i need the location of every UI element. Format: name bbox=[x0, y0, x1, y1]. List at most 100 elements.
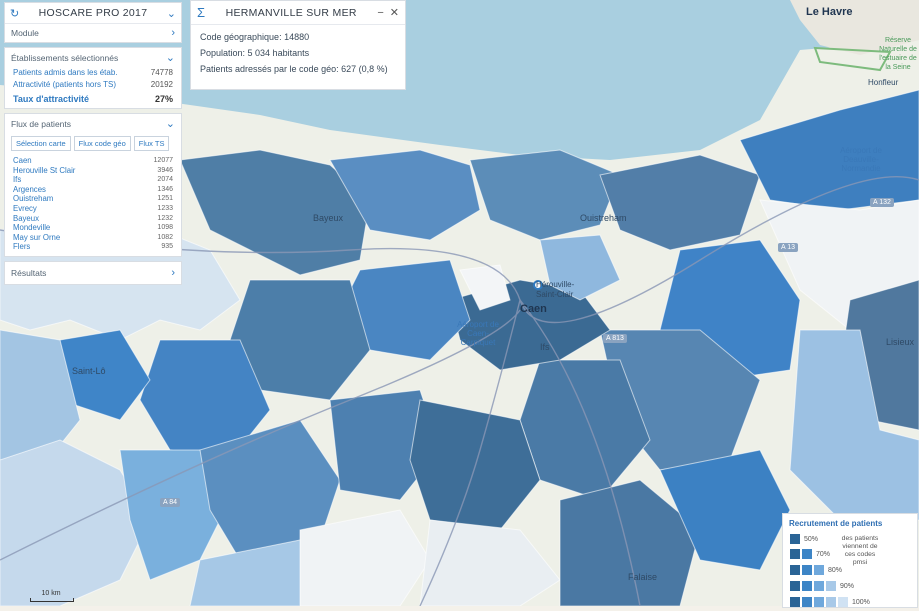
legend-pct: 70% bbox=[816, 550, 831, 558]
legend-swatch bbox=[802, 549, 812, 559]
etablissements-card: Établissements sélectionnés ⌄ Patients a… bbox=[4, 47, 182, 109]
taux-value: 27% bbox=[154, 94, 173, 104]
flux-list: Caen 12077 Herouville St Clair 3946 Ifs 207… bbox=[5, 154, 181, 256]
flux-card: Flux de patients ⌄ Sélection carte Flux … bbox=[4, 113, 182, 257]
chevron-down-icon[interactable]: ⌄ bbox=[166, 51, 175, 64]
flux-name: Caen bbox=[13, 156, 32, 165]
legend-pct: 90% bbox=[840, 582, 855, 590]
flux-value: 1346 bbox=[157, 185, 173, 193]
legend-description: des patients viennent de ces codes pmsi bbox=[841, 535, 879, 566]
flux-value: 2074 bbox=[157, 176, 173, 184]
flux-name: Mondeville bbox=[13, 223, 51, 233]
legend-row-80: 80% bbox=[790, 565, 842, 575]
flux-name: Flers bbox=[13, 242, 31, 252]
resultats-label: Résultats bbox=[11, 267, 47, 278]
legend-swatch bbox=[814, 581, 824, 591]
refresh-icon[interactable]: ↻ bbox=[10, 7, 19, 20]
flux-name: Herouville St Clair bbox=[13, 165, 76, 175]
map-label-herouville: Hérouville-Saint-Clair bbox=[536, 280, 575, 299]
legend-swatch bbox=[790, 581, 800, 591]
resultats-card: Résultats › bbox=[4, 260, 182, 285]
minimize-icon[interactable]: − bbox=[377, 7, 383, 19]
legend-pct: 80% bbox=[828, 566, 843, 574]
list-item[interactable]: Flers 935 bbox=[13, 242, 173, 252]
map-label-reserve: Réserve Naturelle de l'estuaire de la Se… bbox=[879, 37, 917, 71]
flux-name: Ifs bbox=[13, 175, 22, 185]
popup-code-geo: Code géographique: 14880 bbox=[200, 32, 310, 42]
list-item[interactable]: Ouistreham 1251 bbox=[13, 194, 173, 204]
stat-row-patients-admis: Patients admis dans les étab. 74778 bbox=[5, 67, 181, 79]
list-item[interactable]: Evrecy 1233 bbox=[13, 204, 173, 214]
selection-carte-button[interactable]: Sélection carte bbox=[11, 136, 71, 151]
scale-bar-line bbox=[30, 598, 74, 602]
flux-name: Evrecy bbox=[13, 203, 37, 213]
stat-value: 74778 bbox=[150, 68, 173, 77]
list-item[interactable]: Mondeville 1098 bbox=[13, 223, 173, 233]
popup-population: Population: 5 034 habitants bbox=[200, 48, 310, 58]
chevron-right-icon[interactable]: › bbox=[171, 267, 175, 279]
legend-swatch bbox=[790, 534, 800, 544]
legend-row-90: 90% bbox=[790, 581, 854, 591]
app-title: HOSCARE PRO 2017 bbox=[38, 7, 148, 19]
sigma-icon[interactable]: Σ bbox=[197, 5, 205, 20]
legend-swatch bbox=[802, 581, 812, 591]
stat-row-taux: Taux d'attractivité 27% bbox=[5, 91, 181, 108]
flux-value: 1098 bbox=[157, 224, 173, 232]
flux-value: 1082 bbox=[157, 233, 173, 241]
legend-swatch bbox=[814, 565, 824, 575]
map-label-ouistreham: Ouistreham bbox=[580, 213, 627, 223]
flux-value: 1251 bbox=[157, 195, 173, 203]
list-item[interactable]: Bayeux 1232 bbox=[13, 214, 173, 224]
list-item[interactable]: Ifs 2074 bbox=[13, 175, 173, 185]
module-section[interactable]: Module › bbox=[5, 24, 181, 42]
map-label-falaise: Falaise bbox=[628, 572, 658, 582]
chevron-down-icon[interactable]: ⌄ bbox=[167, 7, 176, 20]
stat-row-attractivite: Attractivité (patients hors TS) 20192 bbox=[5, 79, 181, 91]
legend-title: Recrutement de patients bbox=[789, 519, 883, 528]
etablissements-label: Établissements sélectionnés bbox=[11, 52, 119, 63]
map-label-aeroport-caen: Aéroport de Caen-Carpiquet bbox=[457, 320, 499, 347]
stat-label: Patients admis dans les étab. bbox=[13, 68, 118, 77]
map-label-ifs: Ifs bbox=[540, 342, 550, 352]
map-label-lisieux: Lisieux bbox=[886, 337, 915, 347]
legend-swatch bbox=[790, 565, 800, 575]
list-item[interactable]: Herouville St Clair 3946 bbox=[13, 166, 173, 176]
flux-value: 3946 bbox=[157, 166, 173, 174]
scale-label: 10 km bbox=[41, 590, 61, 597]
stat-value: 20192 bbox=[150, 80, 173, 89]
flux-code-geo-button[interactable]: Flux code géo bbox=[73, 136, 131, 151]
list-item[interactable]: Argences 1346 bbox=[13, 185, 173, 195]
stat-label: Attractivité (patients hors TS) bbox=[13, 80, 116, 89]
chevron-down-icon[interactable]: ⌄ bbox=[166, 117, 175, 130]
flux-value: 12077 bbox=[153, 157, 173, 164]
legend-row-50: 50% bbox=[790, 534, 818, 544]
map-label-saint-lo: Saint-Lô bbox=[72, 366, 106, 376]
legend-swatch bbox=[826, 581, 836, 591]
popup-patients: Patients adressés par le code géo: 627 (… bbox=[200, 64, 388, 74]
legend-pct: 100% bbox=[852, 598, 870, 606]
road-label-a132: A 132 bbox=[870, 198, 894, 207]
chevron-right-icon[interactable]: › bbox=[171, 27, 175, 39]
module-label: Module bbox=[11, 28, 39, 38]
flux-name: Ouistreham bbox=[13, 194, 54, 204]
close-icon[interactable]: ✕ bbox=[390, 6, 399, 19]
map-label-bayeux: Bayeux bbox=[313, 213, 344, 223]
scale-bar: 10 km bbox=[30, 590, 74, 602]
resultats-section[interactable]: Résultats › bbox=[5, 262, 181, 284]
flux-value: 1232 bbox=[157, 214, 173, 222]
app-header-card: ↻ HOSCARE PRO 2017 ⌄ Module › bbox=[4, 2, 182, 43]
taux-label: Taux d'attractivité bbox=[13, 94, 89, 104]
map-label-aeroport-deauville: Aéroport de Deauville-Normandie bbox=[840, 146, 882, 173]
flux-name: Argences bbox=[13, 184, 46, 194]
list-item[interactable]: May sur Orne 1082 bbox=[13, 233, 173, 243]
legend-row-70: 70% bbox=[790, 549, 830, 559]
flux-ts-button[interactable]: Flux TS bbox=[133, 136, 170, 151]
list-item[interactable]: Caen 12077 bbox=[13, 156, 173, 166]
legend-pct: 50% bbox=[804, 535, 819, 543]
flux-label: Flux de patients bbox=[11, 118, 72, 129]
sidebar-panel: ↻ HOSCARE PRO 2017 ⌄ Module › Établissem… bbox=[4, 2, 182, 289]
map-label-honfleur: Honfleur bbox=[868, 78, 899, 87]
map-label-caen: Caen bbox=[520, 303, 547, 315]
road-label-a813: A 813 bbox=[603, 334, 627, 343]
popup-title: HERMANVILLE SUR MER bbox=[225, 6, 357, 19]
